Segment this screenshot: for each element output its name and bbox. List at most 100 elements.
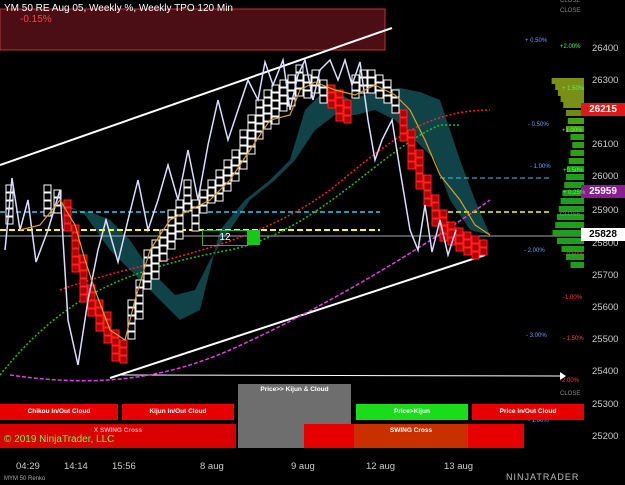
renko-up-brick [43, 192, 52, 201]
renko-up-brick [247, 122, 256, 131]
renko-down-brick [79, 270, 88, 279]
renko-down-brick [111, 345, 120, 354]
tpo-bar [560, 96, 584, 102]
tpo-bar [572, 142, 584, 148]
renko-down-brick [455, 243, 464, 252]
renko-down-brick [63, 199, 72, 208]
renko-down-brick [455, 235, 464, 244]
renko-down-brick [479, 239, 488, 248]
renko-up-brick [215, 193, 224, 202]
renko-down-brick [399, 125, 408, 134]
renko-up-brick [199, 205, 208, 214]
renko-up-brick [255, 123, 264, 132]
renko-up-brick [151, 263, 160, 272]
renko-up-brick [199, 189, 208, 198]
renko-up-brick [175, 223, 184, 232]
percent-marker: + 1.50% [562, 86, 585, 92]
renko-down-brick [423, 182, 432, 191]
renko-up-brick [279, 95, 288, 104]
renko-up-brick [43, 184, 52, 193]
renko-down-brick [407, 129, 416, 138]
renko-down-brick [111, 353, 120, 362]
renko-down-brick [415, 181, 424, 190]
renko-up-brick [247, 130, 256, 139]
percent-marker: - 1.00% [530, 164, 551, 170]
percent-marker: + 0.50% [525, 38, 548, 44]
renko-down-brick [415, 149, 424, 158]
band-kijun-cloud: Kijun In/Out Cloud [122, 404, 234, 420]
renko-down-brick [471, 235, 480, 244]
band-price-kijun: Price>Kijun [356, 404, 468, 420]
price-axis-label: 26400 [592, 43, 619, 54]
renko-up-brick [215, 169, 224, 178]
percent-marker: +1.00% [562, 128, 583, 134]
renko-up-brick [223, 167, 232, 176]
renko-up-brick [135, 295, 144, 304]
renko-up-brick [207, 179, 216, 188]
renko-down-brick [343, 107, 352, 116]
price-axis-label: 25200 [592, 431, 619, 442]
renko-up-brick [263, 97, 272, 106]
renko-up-brick [207, 187, 216, 196]
percent-marker: +0.50% [563, 168, 584, 174]
renko-down-brick [431, 210, 440, 219]
renko-up-brick [135, 311, 144, 320]
percent-marker: - 0.50% [563, 252, 584, 258]
renko-up-brick [303, 90, 312, 99]
renko-down-brick [327, 92, 336, 101]
renko-up-brick [151, 271, 160, 280]
renko-up-brick [223, 159, 232, 168]
renko-up-brick [167, 241, 176, 250]
tpo-bar [566, 174, 584, 180]
band-price-cloud: Price In/Out Cloud [472, 404, 584, 420]
renko-down-brick [343, 115, 352, 124]
chart-change: -0.15% [20, 14, 52, 25]
price-axis-label: 26300 [592, 75, 619, 86]
time-axis-label: 04:29 [16, 461, 40, 472]
renko-up-brick [319, 95, 328, 104]
renko-down-brick [431, 202, 440, 211]
renko-up-brick [183, 187, 192, 196]
tpo-bar [557, 238, 584, 244]
renko-down-brick [71, 264, 80, 273]
renko-down-brick [447, 221, 456, 230]
renko-down-brick [463, 231, 472, 240]
renko-up-brick [271, 108, 280, 117]
renko-down-brick [119, 355, 128, 364]
renko-down-brick [79, 294, 88, 303]
price-axis-label: 26000 [592, 171, 619, 182]
renko-up-brick [143, 281, 152, 290]
renko-down-brick [463, 247, 472, 256]
renko-down-brick [327, 100, 336, 109]
renko-up-brick [207, 195, 216, 204]
renko-up-brick [151, 247, 160, 256]
renko-down-brick [79, 286, 88, 295]
renko-down-brick [407, 137, 416, 146]
instrument-label: MYM 50 Renko [4, 476, 46, 482]
renko-up-brick [375, 74, 384, 83]
lower-channel-line [109, 254, 486, 379]
renko-up-brick [159, 245, 168, 254]
percent-marker: -1.00% [563, 295, 583, 301]
price-axis-label: 25700 [592, 270, 619, 281]
renko-up-brick [159, 237, 168, 246]
renko-up-brick [319, 87, 328, 96]
renko-down-brick [119, 339, 128, 348]
renko-up-brick [167, 209, 176, 218]
time-axis-label: 12 aug [366, 461, 396, 472]
renko-down-brick [95, 315, 104, 324]
renko-up-brick [151, 255, 160, 264]
renko-down-brick [71, 256, 80, 265]
time-axis-label: 9 aug [291, 461, 315, 472]
percent-marker: CLOSE [560, 0, 581, 4]
time-axis-label: 14:14 [64, 461, 88, 472]
renko-up-brick [255, 99, 264, 108]
renko-up-brick [215, 185, 224, 194]
renko-up-brick [43, 200, 52, 209]
renko-up-brick [231, 149, 240, 158]
renko-up-brick [263, 105, 272, 114]
renko-up-brick [167, 225, 176, 234]
renko-down-brick [343, 99, 352, 108]
tpo-bar [567, 118, 584, 124]
renko-down-brick [479, 247, 488, 256]
